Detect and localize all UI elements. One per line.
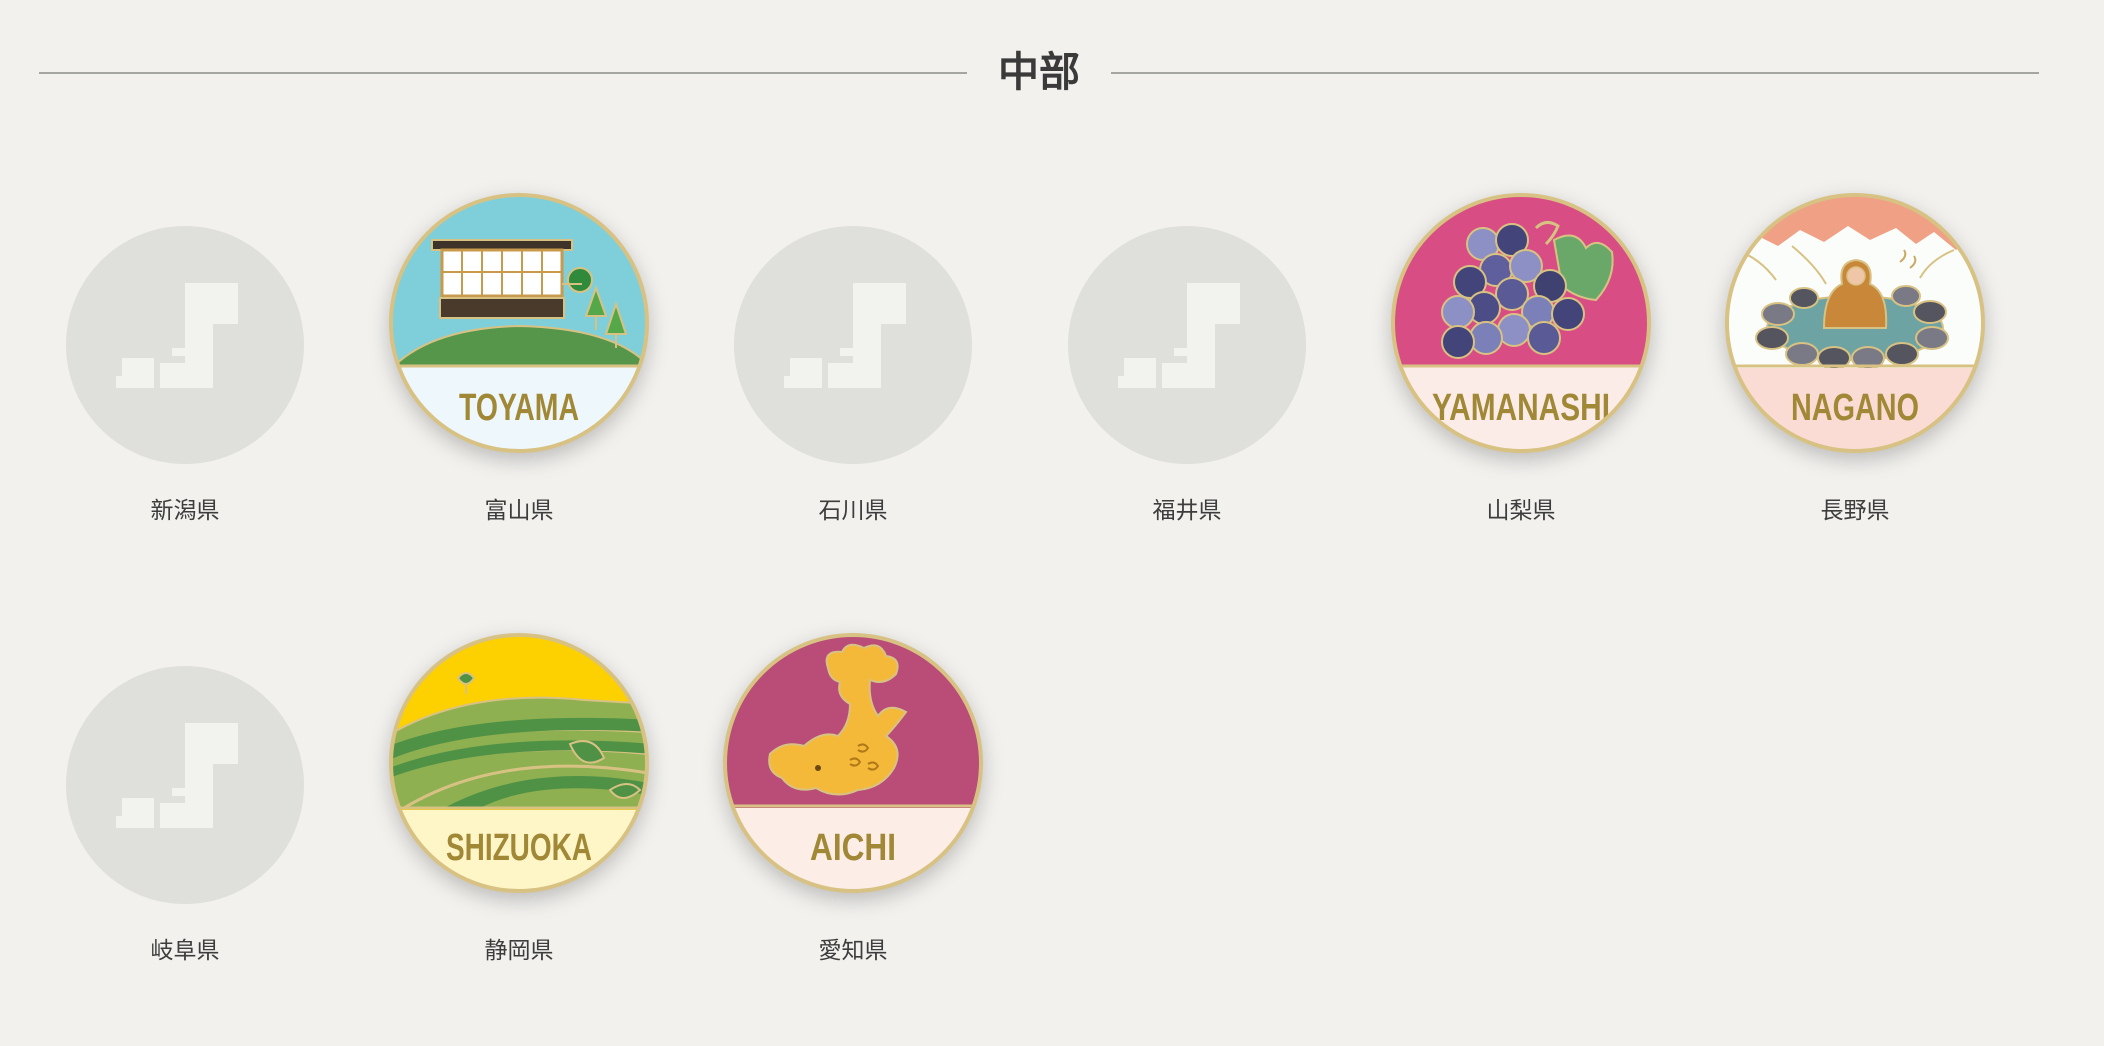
badge-label: YAMANASHI xyxy=(1432,387,1610,429)
tea-field-icon: SHIZUOKA xyxy=(389,633,649,893)
badge-toyama: TOYAMA xyxy=(359,193,679,460)
badge-ishikawa xyxy=(693,210,1013,464)
prefecture-card-gifu[interactable]: 岐阜県 xyxy=(25,650,345,980)
badge-niigata xyxy=(25,210,345,464)
badge-label: AICHI xyxy=(810,827,896,869)
prefecture-name: 愛知県 xyxy=(818,938,888,964)
badge-fukui xyxy=(1027,210,1347,464)
snow-monkey-onsen-icon: NAGANO xyxy=(1725,193,1985,453)
golden-shachihoko-icon: AICHI xyxy=(723,633,983,893)
prefecture-card-ishikawa[interactable]: 石川県 xyxy=(693,210,1013,540)
prefecture-card-nagano[interactable]: NAGANO 長野県 xyxy=(1695,193,2015,540)
badge-label: NAGANO xyxy=(1791,387,1919,429)
prefecture-name: 長野県 xyxy=(1820,498,1890,524)
prefecture-card-toyama[interactable]: TOYAMA 富山県 xyxy=(359,193,679,540)
prefecture-name: 石川県 xyxy=(818,498,888,524)
region-title: 中部 xyxy=(998,48,1080,96)
badge-shizuoka: SHIZUOKA xyxy=(359,633,679,900)
prefecture-name: 山梨県 xyxy=(1486,498,1556,524)
grapes-icon: YAMANASHI xyxy=(1391,193,1651,453)
region-header: 中部 xyxy=(0,40,2104,104)
prefecture-card-fukui[interactable]: 福井県 xyxy=(1027,210,1347,540)
japan-map-placeholder-icon xyxy=(66,226,304,464)
page: 中部 新潟県 TOYAMA 富山県 石川県 福井県 YAMANASHI 山梨県 … xyxy=(0,0,2104,1046)
observatory-hill-icon: TOYAMA xyxy=(389,193,649,453)
badge-label: SHIZUOKA xyxy=(446,827,592,869)
prefecture-card-shizuoka[interactable]: SHIZUOKA 静岡県 xyxy=(359,633,679,980)
prefecture-name: 福井県 xyxy=(1152,498,1222,524)
japan-map-placeholder-icon xyxy=(734,226,972,464)
badge-nagano: NAGANO xyxy=(1695,193,2015,460)
prefecture-name: 岐阜県 xyxy=(150,938,220,964)
divider-right xyxy=(1111,72,2039,74)
prefecture-name: 新潟県 xyxy=(150,498,220,524)
prefecture-card-aichi[interactable]: AICHI 愛知県 xyxy=(693,633,1013,980)
divider-left xyxy=(39,72,967,74)
japan-map-placeholder-icon xyxy=(1068,226,1306,464)
prefecture-card-niigata[interactable]: 新潟県 xyxy=(25,210,345,540)
badge-aichi: AICHI xyxy=(693,633,1013,900)
japan-map-placeholder-icon xyxy=(66,666,304,904)
badge-gifu xyxy=(25,650,345,904)
badge-label: TOYAMA xyxy=(459,387,579,429)
badge-yamanashi: YAMANASHI xyxy=(1361,193,1681,460)
prefecture-name: 静岡県 xyxy=(484,938,554,964)
prefecture-card-yamanashi[interactable]: YAMANASHI 山梨県 xyxy=(1361,193,1681,540)
prefecture-name: 富山県 xyxy=(484,498,554,524)
